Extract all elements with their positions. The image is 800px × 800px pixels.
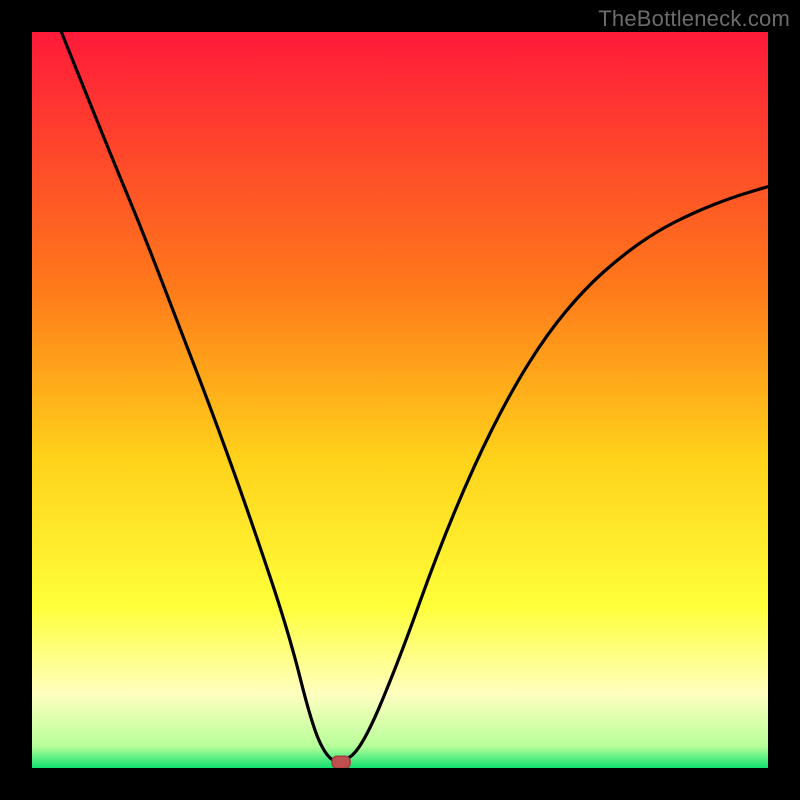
chart-frame: TheBottleneck.com [0, 0, 800, 800]
optimal-marker [332, 756, 350, 768]
plot-area [32, 32, 768, 768]
watermark-label: TheBottleneck.com [598, 6, 790, 32]
bottleneck-curve [61, 32, 768, 762]
curve-layer [32, 32, 768, 768]
